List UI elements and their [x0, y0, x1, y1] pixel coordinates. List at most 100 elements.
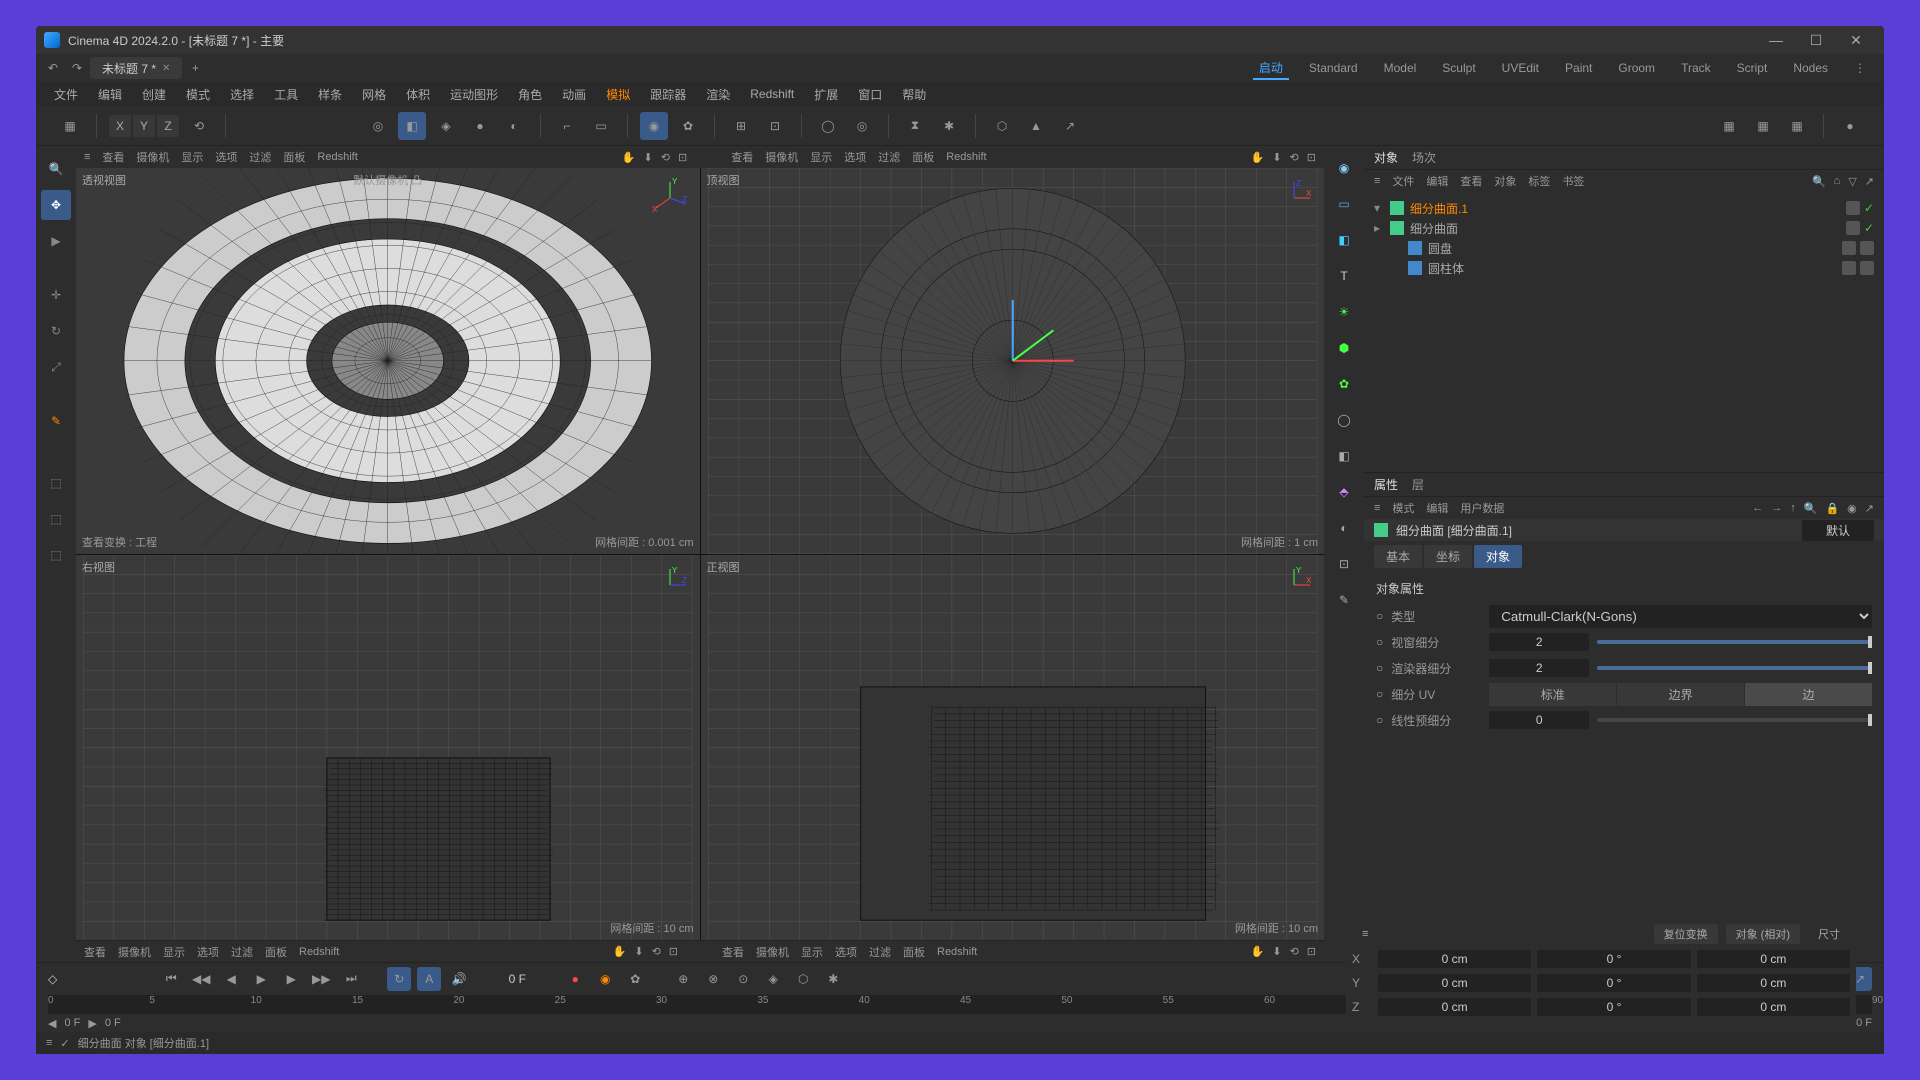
grid-icon[interactable]: ⊞: [727, 112, 755, 140]
loop-icon[interactable]: ↻: [387, 967, 411, 991]
subtab-object[interactable]: 对象: [1474, 545, 1522, 568]
anim-dot-icon[interactable]: ○: [1376, 713, 1383, 727]
vm2-filter[interactable]: 过滤: [878, 149, 900, 165]
render-subdiv-input[interactable]: 2: [1489, 659, 1589, 677]
tree-row[interactable]: 圆柱体: [1374, 258, 1874, 278]
next-frame-icon[interactable]: ▶: [279, 967, 303, 991]
palette-text-icon[interactable]: T: [1330, 262, 1358, 290]
palette-plane-icon[interactable]: ▭: [1330, 190, 1358, 218]
size-z-input[interactable]: 0 cm: [1697, 998, 1850, 1016]
more-icon[interactable]: ⋮: [1848, 59, 1872, 77]
subtab-coord[interactable]: 坐标: [1424, 545, 1472, 568]
menu-mograph[interactable]: 运动图形: [442, 84, 506, 105]
mirror-icon[interactable]: ⧗: [901, 112, 929, 140]
autokey-icon[interactable]: A: [417, 967, 441, 991]
home-icon[interactable]: ⌂: [1834, 175, 1841, 188]
expand-icon[interactable]: ▸: [1374, 221, 1384, 235]
opt-icon[interactable]: ✱: [821, 967, 845, 991]
render-view-icon[interactable]: ▦: [1715, 112, 1743, 140]
hamburger-icon[interactable]: ≡: [84, 151, 90, 163]
vm4-panel[interactable]: 面板: [903, 944, 925, 960]
orbit-icon[interactable]: ⟲: [661, 151, 670, 164]
viewport-right[interactable]: 右视图 网格间距 : 10 cm YZ: [76, 555, 700, 941]
new-tab-button[interactable]: +: [184, 57, 206, 79]
palette-pen-icon[interactable]: ✎: [1330, 586, 1358, 614]
axis-gizmo-icon[interactable]: YZX: [650, 178, 690, 218]
select-tool-icon[interactable]: ▶: [41, 226, 71, 256]
snap-icon[interactable]: ⊡: [761, 112, 789, 140]
size-x-input[interactable]: 0 cm: [1697, 950, 1850, 968]
pan2-icon[interactable]: ✋: [1251, 151, 1265, 164]
brush-icon[interactable]: ✎: [41, 406, 71, 436]
vm3-filter[interactable]: 过滤: [231, 944, 253, 960]
hamburger-icon[interactable]: ≡: [46, 1037, 52, 1049]
menu-animate[interactable]: 动画: [554, 84, 594, 105]
picture-viewer-icon[interactable]: ▦: [1783, 112, 1811, 140]
menu-tools[interactable]: 工具: [266, 84, 306, 105]
seg-edge[interactable]: 边: [1745, 683, 1872, 706]
menu-volume[interactable]: 体积: [398, 84, 438, 105]
am-mode[interactable]: 模式: [1392, 500, 1414, 516]
tag-icon[interactable]: [1860, 261, 1874, 275]
tag-icon[interactable]: [1842, 241, 1856, 255]
zoom2-icon[interactable]: ⬇: [1272, 151, 1281, 164]
anim-dot-icon[interactable]: ○: [1376, 609, 1383, 623]
obj-name[interactable]: 细分曲面: [1410, 220, 1458, 237]
vm4-options[interactable]: 选项: [835, 944, 857, 960]
tree-row[interactable]: 圆盘: [1374, 238, 1874, 258]
rotate-icon[interactable]: ↻: [41, 316, 71, 346]
am-edit[interactable]: 编辑: [1426, 500, 1448, 516]
uv-mode-segmented[interactable]: 标准 边界 边: [1489, 683, 1872, 706]
tag-icon[interactable]: [1842, 261, 1856, 275]
sound-icon[interactable]: 🔊: [447, 967, 471, 991]
cube-primitive-icon[interactable]: ◧: [398, 112, 426, 140]
current-frame[interactable]: 0 F: [477, 972, 557, 986]
generator-icon[interactable]: ◉: [640, 112, 668, 140]
vm-filter[interactable]: 过滤: [249, 149, 271, 165]
obj-name[interactable]: 圆柱体: [1428, 260, 1464, 277]
vm2-view[interactable]: 查看: [731, 149, 753, 165]
key-icon[interactable]: ◇: [48, 972, 57, 986]
spline-icon[interactable]: ⌐: [553, 112, 581, 140]
anim-dot-icon[interactable]: ○: [1376, 687, 1383, 701]
history-icon[interactable]: ▦: [56, 112, 84, 140]
tag-icon[interactable]: [1860, 241, 1874, 255]
pin-icon[interactable]: ◉: [1847, 502, 1857, 515]
menu-render[interactable]: 渲染: [698, 84, 738, 105]
vm-redshift[interactable]: Redshift: [317, 151, 357, 163]
next-key-icon[interactable]: ▶▶: [309, 967, 333, 991]
menu-mesh[interactable]: 网格: [354, 84, 394, 105]
vm3-panel[interactable]: 面板: [265, 944, 287, 960]
search-icon[interactable]: 🔍: [41, 154, 71, 184]
up-icon[interactable]: ↑: [1790, 502, 1796, 515]
keyframe-icon[interactable]: ✿: [623, 967, 647, 991]
gear-icon[interactable]: ✿: [674, 112, 702, 140]
range-right-icon[interactable]: ▶: [88, 1017, 96, 1030]
om-tags[interactable]: 标签: [1528, 173, 1550, 189]
prev-frame-icon[interactable]: ◀: [219, 967, 243, 991]
nav-icon[interactable]: ⊡: [1307, 945, 1316, 958]
axis-gizmo-icon[interactable]: XZ: [1274, 178, 1314, 218]
editor-subdiv-slider[interactable]: [1597, 640, 1872, 644]
close-icon[interactable]: ✕: [162, 63, 170, 74]
material-icon[interactable]: ●: [1836, 112, 1864, 140]
axis-gizmo-icon[interactable]: YZ: [650, 565, 690, 605]
check-icon[interactable]: ✓: [1864, 221, 1874, 235]
search-icon[interactable]: 🔍: [1804, 502, 1818, 515]
layout-sculpt[interactable]: Sculpt: [1436, 59, 1481, 77]
am-userdata[interactable]: 用户数据: [1460, 500, 1504, 516]
vm4-view[interactable]: 查看: [722, 944, 744, 960]
filter-icon[interactable]: ▽: [1848, 175, 1856, 188]
layout-standard[interactable]: Standard: [1303, 59, 1364, 77]
obj-name[interactable]: 细分曲面.1: [1410, 200, 1468, 217]
reset-transform-button[interactable]: 复位变换: [1654, 924, 1718, 944]
layout-paint[interactable]: Paint: [1559, 59, 1598, 77]
editor-subdiv-input[interactable]: 2: [1489, 633, 1589, 651]
palette-light-icon[interactable]: ☀: [1330, 298, 1358, 326]
popup-icon[interactable]: ↗: [1865, 175, 1874, 188]
pos-key-icon[interactable]: ⊕: [671, 967, 695, 991]
viewport-top[interactable]: 顶视图 网格间距 : 1 cm XZ: [701, 168, 1325, 554]
layout-track[interactable]: Track: [1675, 59, 1717, 77]
nav-icon[interactable]: ✋: [1251, 945, 1265, 958]
vm2-panel[interactable]: 面板: [912, 149, 934, 165]
